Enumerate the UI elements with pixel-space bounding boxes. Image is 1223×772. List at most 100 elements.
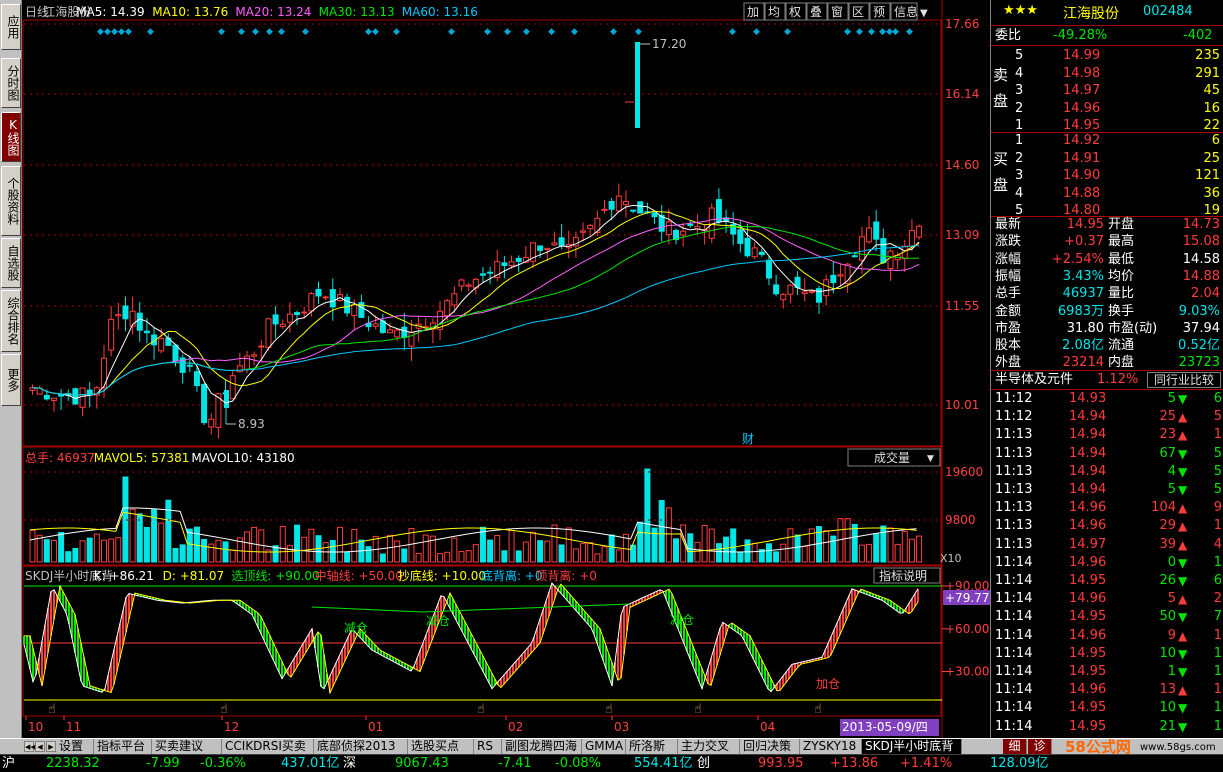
signal-diamond-icon: ◆ <box>729 27 736 37</box>
sidebar-button-3[interactable]: 个股资料 <box>1 166 21 236</box>
volume-bar <box>908 538 915 563</box>
tab-1[interactable]: 指标平台 <box>94 739 152 755</box>
candle-body <box>880 238 887 264</box>
volume-bar <box>65 551 72 563</box>
stat-label: 最高 <box>1108 234 1135 250</box>
date-axis-label: 11 <box>66 720 81 734</box>
tab-13[interactable]: SKDJ半小时底背 <box>862 739 962 755</box>
tick-volume: 104 <box>1151 500 1176 516</box>
tab-scroll-icon[interactable]: ◀ <box>35 741 45 752</box>
candle-body <box>229 375 236 400</box>
sidebar-button-1[interactable]: 分时图 <box>1 58 21 108</box>
tick-count: 1 <box>1213 627 1222 643</box>
tab-scroll-icon[interactable]: ◀◀ <box>24 741 36 752</box>
sidebar-button-0[interactable]: 应用 <box>1 4 21 50</box>
candle-body <box>744 237 751 257</box>
kline-chart-svg[interactable]: 日线江海股份MA5: 14.39 MA10: 13.76 MA20: 13.24 MA… <box>22 0 995 738</box>
volume-bar <box>737 552 744 563</box>
toolbar-button-6[interactable]: 预 <box>869 2 891 21</box>
tick-price: 14.94 <box>1069 445 1107 461</box>
volume-bar <box>172 547 179 563</box>
signal-diamond-icon: ◆ <box>571 27 578 37</box>
signal-diamond-icon: ◆ <box>266 27 273 37</box>
volume-bar <box>408 528 415 563</box>
candle-body <box>601 208 608 211</box>
tick-row: 11:13 14.94 4 ▼ 5 <box>991 463 1223 481</box>
volume-bar <box>79 540 86 563</box>
toolbar-button-0[interactable]: 加 <box>743 2 765 21</box>
toolbar-button-5[interactable]: 区 <box>848 2 870 21</box>
tab-3[interactable]: CCIKDRSI买卖 <box>222 739 314 755</box>
spike-candle <box>635 42 640 128</box>
candle-body <box>115 314 122 317</box>
divider <box>991 45 1223 46</box>
volume-bar <box>844 518 851 563</box>
tab-6[interactable]: RS <box>474 739 502 755</box>
tab-2[interactable]: 买卖建议 <box>152 739 222 755</box>
sh-label: 沪 <box>2 756 16 771</box>
tab-10[interactable]: 主力交叉 <box>678 739 740 755</box>
indicator-d: D: +81.07 <box>163 569 225 583</box>
chart-area[interactable]: 日线 江海股份 MA5: 14.39 MA10: 13.76 MA20: 13.24 MA… <box>22 0 995 738</box>
date-axis-label: 04 <box>760 720 775 734</box>
volume-bar <box>451 537 458 563</box>
tick-time: 11:14 <box>995 718 1033 734</box>
stat-value: +2.54% <box>1051 251 1104 267</box>
volume-bar <box>101 539 107 563</box>
tick-time: 11:12 <box>995 391 1033 406</box>
indicator-bottom-divergence: 底背离: +0 <box>481 568 543 583</box>
tab-8[interactable]: GMMA <box>582 739 626 755</box>
sell-level-row: 2 14.96 16 <box>991 100 1223 118</box>
price-axis-label: 17.66 <box>945 17 979 31</box>
tab-scroll-icon[interactable]: ▶ <box>46 741 56 752</box>
tick-volume: 5 <box>1167 482 1176 497</box>
sidebar-button-4[interactable]: 自选股 <box>1 238 21 288</box>
sidebar-button-5[interactable]: 综合排名 <box>1 290 21 352</box>
tab-5[interactable]: 选股买点 <box>408 739 474 755</box>
volume-bar <box>787 528 794 563</box>
tick-volume: 25 <box>1159 409 1176 425</box>
volume-bar <box>580 543 587 563</box>
sidebar-button-2[interactable]: K线图 <box>1 112 21 162</box>
tab-0[interactable]: 设置 <box>56 739 94 755</box>
tab-4[interactable]: 底部侦探2013 <box>314 739 408 755</box>
tick-count: 5 <box>1213 409 1222 425</box>
candle-body <box>751 247 758 258</box>
stat-value: 14.95 <box>1066 217 1104 232</box>
candle-body <box>401 326 408 338</box>
volume-bar <box>858 544 865 563</box>
tab-12[interactable]: ZYSKY18 <box>800 739 862 755</box>
stat-label: 涨幅 <box>995 251 1022 267</box>
volume-bar <box>544 540 551 563</box>
tick-volume: 1 <box>1167 664 1176 679</box>
detail-tab-1[interactable]: 诊 <box>1028 739 1052 755</box>
tab-9[interactable]: 所洛斯 <box>626 739 678 755</box>
candle-body <box>344 296 351 314</box>
tab-7[interactable]: 副图龙腾四海 <box>502 739 582 755</box>
toolbar-button-4[interactable]: 窗 <box>827 2 849 21</box>
candle-body <box>787 284 794 295</box>
sidebar-button-6[interactable]: 更多 <box>1 354 21 406</box>
indicator-help-button[interactable]: 指标说明 <box>873 567 941 584</box>
compare-button[interactable]: 同行业比较 <box>1147 372 1221 388</box>
tick-row: 11:12 14.94 25 ▲ 5 <box>991 408 1223 426</box>
tab-11[interactable]: 回归决策 <box>740 739 800 755</box>
stat-row: 振幅 3.43% 均价 14.88 <box>991 268 1223 286</box>
ma-label-2: MA20: 13.24 <box>235 5 311 19</box>
buy-hand-icon: ☝ <box>220 702 228 717</box>
toolbar-button-7[interactable]: 信息 <box>890 2 918 21</box>
toolbar-button-3[interactable]: 叠 <box>806 2 828 21</box>
volume-dropdown[interactable]: 成交量 ▼ <box>847 448 941 467</box>
toolbar-button-1[interactable]: 均 <box>764 2 786 21</box>
ma-label-4: MA60: 13.16 <box>402 5 478 19</box>
stat-value: 14.58 <box>1182 251 1220 267</box>
detail-tab-0[interactable]: 细 <box>1003 739 1027 755</box>
candle-body <box>286 313 293 323</box>
mavol10-label: MAVOL10: 43180 <box>191 451 294 465</box>
candle-body <box>873 221 880 240</box>
volume-bar <box>751 542 758 563</box>
low-candle <box>224 390 229 408</box>
ma10-line <box>32 210 920 397</box>
toolbar-button-2[interactable]: 权 <box>785 2 807 21</box>
volume-bar <box>379 553 386 563</box>
